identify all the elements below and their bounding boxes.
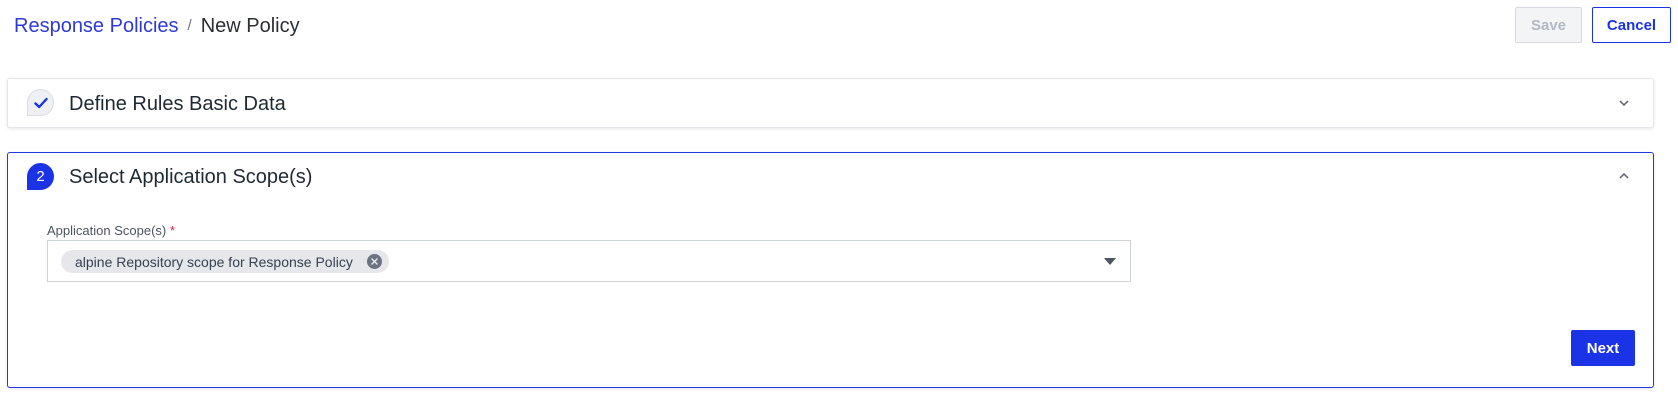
application-scope-select[interactable]: alpine Repository scope for Response Pol… bbox=[47, 240, 1131, 282]
application-scope-label: Application Scope(s) * bbox=[47, 223, 175, 238]
field-label-text: Application Scope(s) bbox=[47, 223, 167, 238]
chevron-down-icon[interactable] bbox=[1617, 96, 1631, 110]
step-panel-basic-data[interactable]: Define Rules Basic Data bbox=[7, 78, 1654, 128]
selected-scope-chip: alpine Repository scope for Response Pol… bbox=[61, 250, 389, 273]
step-panel-application-scope: 2 Select Application Scope(s) Applicatio… bbox=[7, 152, 1654, 388]
breadcrumb-separator: / bbox=[187, 17, 192, 34]
breadcrumb-current-page: New Policy bbox=[200, 15, 300, 37]
chip-label: alpine Repository scope for Response Pol… bbox=[75, 253, 353, 270]
step-completed-badge bbox=[27, 89, 54, 116]
page-header: Response Policies / New Policy Save Canc… bbox=[0, 0, 1678, 60]
caret-down-icon[interactable] bbox=[1104, 258, 1116, 265]
step-title: Select Application Scope(s) bbox=[69, 166, 313, 188]
breadcrumb-link-response-policies[interactable]: Response Policies bbox=[14, 13, 179, 39]
step-number-badge: 2 bbox=[27, 163, 54, 190]
next-button[interactable]: Next bbox=[1571, 330, 1635, 366]
check-icon bbox=[33, 97, 48, 108]
chevron-up-icon[interactable] bbox=[1617, 169, 1631, 183]
breadcrumb: Response Policies / New Policy bbox=[14, 13, 300, 39]
required-marker: * bbox=[169, 223, 175, 238]
save-button[interactable]: Save bbox=[1515, 7, 1582, 43]
chip-remove-icon[interactable] bbox=[366, 254, 382, 269]
cancel-button[interactable]: Cancel bbox=[1592, 7, 1671, 43]
step-title: Define Rules Basic Data bbox=[69, 93, 286, 115]
